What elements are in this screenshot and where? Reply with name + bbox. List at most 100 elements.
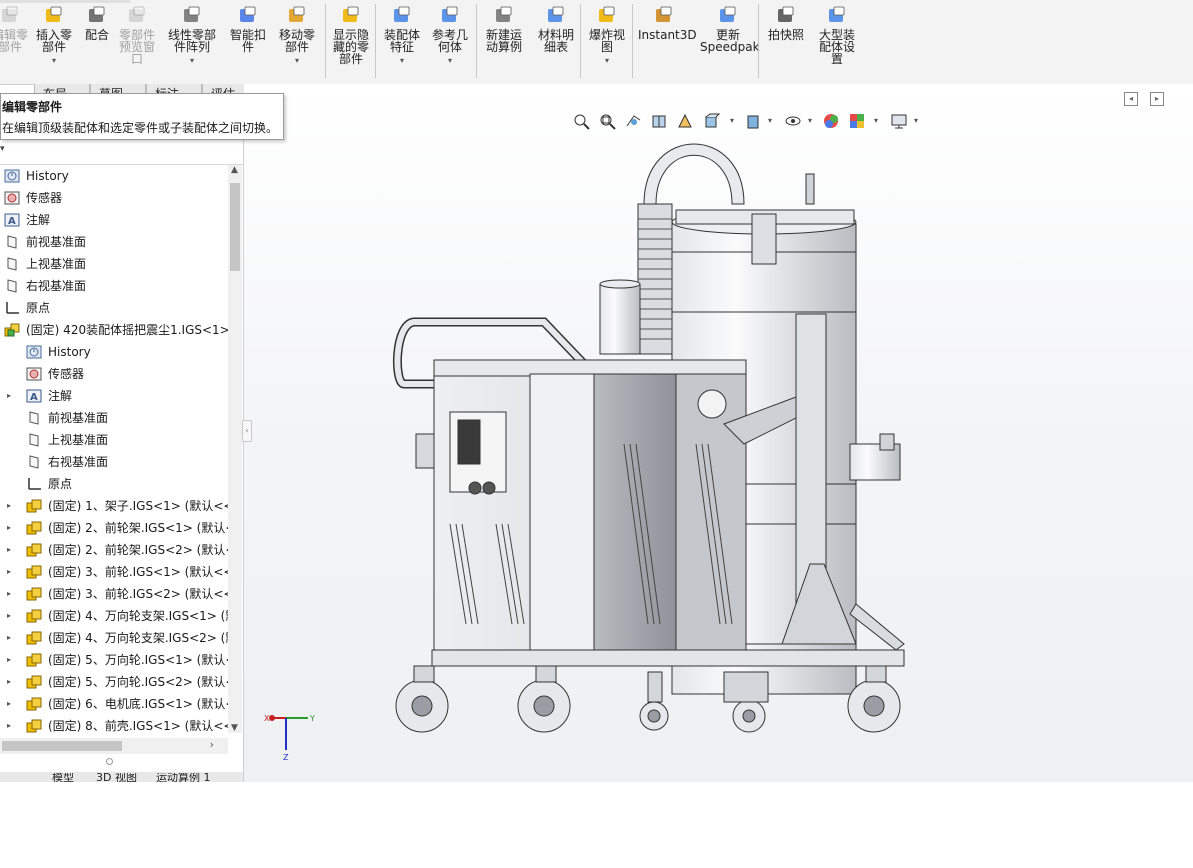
edit-part-button[interactable]: 编辑零 部件 — [0, 6, 28, 53]
apply-scene-caret-icon[interactable]: ▾ — [874, 116, 878, 125]
origin-icon — [28, 478, 41, 490]
tree-item[interactable]: (固定) 420装配体摇把震尘1.IGS<1> — [0, 319, 228, 341]
view-orientation-caret-icon[interactable]: ▾ — [730, 116, 734, 125]
update-speedpak-button[interactable]: 更新 Speedpak — [700, 6, 760, 53]
tree-item[interactable]: 传感器 — [0, 363, 228, 385]
tree-item[interactable]: ▸ (固定) 3、前轮.IGS<2> (默认<< — [0, 583, 228, 605]
reference-geometry-icon — [442, 6, 458, 22]
tree-expand-chevron-icon[interactable]: ▸ — [7, 627, 15, 649]
bottom-tab-2[interactable]: 运动算例 1 — [156, 773, 211, 782]
graphics-area[interactable]: ◂ ▸ X Y Z — [244, 84, 1193, 782]
tree-item[interactable]: A 注解 — [0, 209, 228, 231]
smart-fasteners-icon — [240, 6, 256, 22]
zoom-to-area-icon[interactable] — [598, 112, 616, 130]
mate-button[interactable]: 配合 — [80, 6, 114, 41]
tree-item[interactable]: 前视基准面 — [0, 407, 228, 429]
view-settings-caret-icon[interactable]: ▾ — [914, 116, 918, 125]
tree-item[interactable]: 原点 — [0, 297, 228, 319]
tree-item[interactable]: ▸ (固定) 2、前轮架.IGS<2> (默认< — [0, 539, 228, 561]
tree-hscroll-thumb[interactable] — [2, 741, 122, 751]
hide-show-items-icon[interactable] — [784, 112, 802, 130]
exploded-view-dropdown-caret-icon[interactable]: ▾ — [586, 55, 628, 67]
filter-chevron-icon[interactable]: ▾ — [0, 144, 5, 154]
tree-item[interactable]: ▸ (固定) 4、万向轮支架.IGS<2> (默 — [0, 627, 228, 649]
panel-splitter-handle[interactable]: ‹ — [242, 420, 252, 442]
bottom-tabs: 模型 3D 视图 运动算例 1 — [0, 772, 243, 782]
tree-expand-chevron-icon[interactable]: ▸ — [7, 671, 15, 693]
triad-z-label: Z — [283, 753, 289, 762]
tree-expand-chevron-icon[interactable]: ▸ — [7, 517, 15, 539]
bottom-tab-1[interactable]: 3D 视图 — [96, 773, 137, 782]
insert-component-dropdown-caret-icon[interactable]: ▾ — [32, 55, 76, 67]
section-view-icon[interactable] — [650, 112, 668, 130]
tree-expand-chevron-icon[interactable]: ▸ — [7, 583, 15, 605]
tree-expand-chevron-icon[interactable]: ▸ — [7, 693, 15, 715]
tree-item[interactable]: 原点 — [0, 473, 228, 495]
scroll-right-icon[interactable]: › — [210, 738, 214, 751]
snapshot-button[interactable]: 拍快照 — [764, 6, 808, 41]
tree-item[interactable]: 传感器 — [0, 187, 228, 209]
tree-item[interactable]: ▸ (固定) 8、前壳.IGS<1> (默认<< — [0, 715, 228, 737]
move-component-button[interactable]: 移动零 部件 ▾ — [276, 6, 318, 67]
tree-item[interactable]: 右视基准面 — [0, 275, 228, 297]
display-style-icon[interactable] — [744, 112, 762, 130]
apply-scene-icon[interactable] — [848, 112, 866, 130]
plane-icon — [29, 411, 39, 425]
component-preview-button[interactable]: 零部件 预览窗 口 — [115, 6, 159, 65]
linear-pattern-dropdown-caret-icon[interactable]: ▾ — [164, 55, 220, 67]
tree-item-label: 右视基准面 — [26, 279, 87, 293]
move-component-dropdown-caret-icon[interactable]: ▾ — [276, 55, 318, 67]
linear-pattern-button[interactable]: 线性零部 件阵列 ▾ — [164, 6, 220, 67]
show-hidden-icon — [343, 6, 359, 22]
tree-expand-chevron-icon[interactable]: ▸ — [7, 385, 15, 407]
tree-item[interactable]: 右视基准面 — [0, 451, 228, 473]
large-assembly-button[interactable]: 大型装 配体设 置 — [814, 6, 860, 65]
tree-item[interactable]: ▸ (固定) 6、电机底.IGS<1> (默认< — [0, 693, 228, 715]
scroll-down-icon[interactable]: ▼ — [231, 723, 238, 733]
bom-button[interactable]: 材料明 细表 — [534, 6, 578, 53]
tree-expand-chevron-icon[interactable]: ▸ — [7, 539, 15, 561]
tree-expand-chevron-icon[interactable]: ▸ — [7, 715, 15, 737]
edit-appearance-icon[interactable] — [822, 112, 840, 130]
tree-expand-chevron-icon[interactable]: ▸ — [7, 605, 15, 627]
tree-item[interactable]: ▸ (固定) 3、前轮.IGS<1> (默认<< — [0, 561, 228, 583]
exploded-view-button[interactable]: 爆炸视 图 ▾ — [586, 6, 628, 67]
insert-component-button[interactable]: 插入零 部件 ▾ — [32, 6, 76, 67]
tree-item[interactable]: ▸ (固定) 1、架子.IGS<1> (默认<< — [0, 495, 228, 517]
tree-item[interactable]: 前视基准面 — [0, 231, 228, 253]
tree-expand-chevron-icon[interactable]: ▸ — [7, 495, 15, 517]
tree-horizontal-scrollbar[interactable]: › — [0, 738, 228, 754]
hide-show-caret-icon[interactable]: ▾ — [808, 116, 812, 125]
tree-scroll-thumb[interactable] — [230, 183, 240, 271]
reference-geometry-dropdown-caret-icon[interactable]: ▾ — [430, 55, 470, 67]
view-orientation-icon[interactable] — [702, 112, 720, 130]
tree-item[interactable]: ▸ A 注解 — [0, 385, 228, 407]
tree-item[interactable]: ▸ (固定) 2、前轮架.IGS<1> (默认< — [0, 517, 228, 539]
new-motion-study-button[interactable]: 新建运 动算例 — [482, 6, 526, 53]
assembly-features-dropdown-caret-icon[interactable]: ▾ — [380, 55, 424, 67]
assembly-features-button[interactable]: 装配体 特征 ▾ — [380, 6, 424, 67]
bottom-tab-0[interactable]: 模型 — [52, 773, 74, 782]
tree-expand-chevron-icon[interactable]: ▸ — [7, 649, 15, 671]
reference-geometry-button[interactable]: 参考几 何体 ▾ — [430, 6, 470, 67]
tree-item[interactable]: 上视基准面 — [0, 429, 228, 451]
dynamic-annotation-icon[interactable] — [676, 112, 694, 130]
tree-item[interactable]: ▸ (固定) 4、万向轮支架.IGS<1> (默 — [0, 605, 228, 627]
tree-item[interactable]: ▸ (固定) 5、万向轮.IGS<2> (默认< — [0, 671, 228, 693]
tree-vertical-scrollbar[interactable]: ▲ ▼ — [228, 165, 242, 733]
tree-item[interactable]: 上视基准面 — [0, 253, 228, 275]
view-settings-icon[interactable] — [890, 112, 908, 130]
smart-fasteners-button[interactable]: 智能扣 件 — [226, 6, 270, 53]
tree-item[interactable]: ▸ (固定) 5、万向轮.IGS<1> (默认< — [0, 649, 228, 671]
scroll-up-icon[interactable]: ▲ — [231, 165, 238, 175]
show-hidden-button[interactable]: 显示隐 藏的零 部件 — [328, 6, 374, 65]
previous-view-icon[interactable] — [624, 112, 642, 130]
tree-item[interactable]: History — [0, 165, 228, 187]
tree-item[interactable]: History — [0, 341, 228, 363]
move-component-icon — [289, 6, 305, 22]
instant3d-button[interactable]: Instant3D — [638, 6, 697, 41]
tree-expand-chevron-icon[interactable]: ▸ — [7, 561, 15, 583]
model-viewport[interactable] — [244, 84, 1193, 782]
zoom-to-fit-icon[interactable] — [572, 112, 590, 130]
display-style-caret-icon[interactable]: ▾ — [768, 116, 772, 125]
